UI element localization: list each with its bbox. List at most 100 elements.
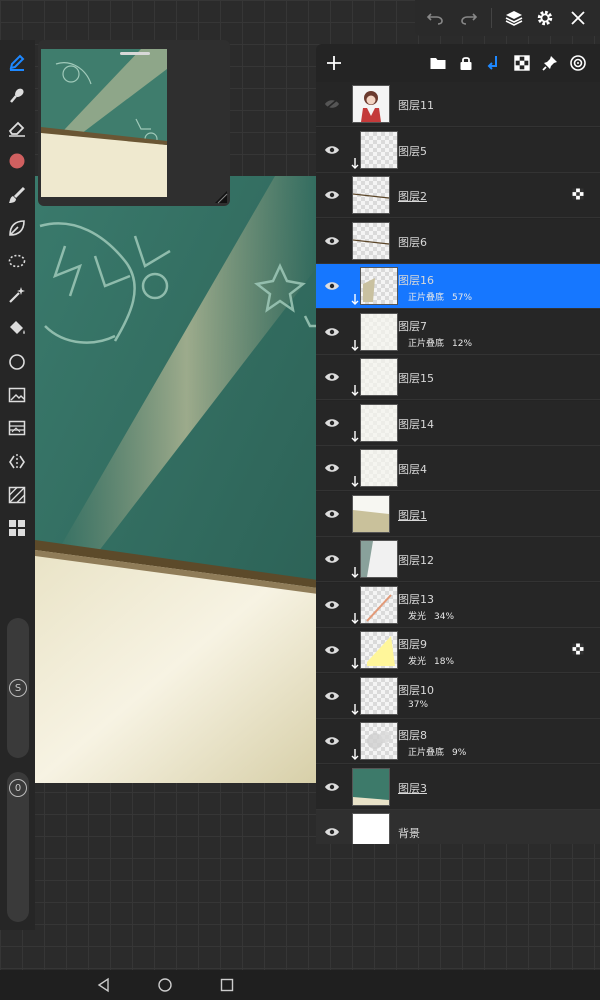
lasso-select-tool[interactable]	[5, 250, 29, 274]
reference-button[interactable]	[567, 52, 589, 74]
layer-name: 图层11	[398, 99, 434, 112]
layer-visibility-toggle[interactable]	[322, 277, 342, 295]
magic-wand-tool[interactable]	[5, 283, 29, 307]
layer-blend-info: 发光 18%	[408, 654, 454, 667]
home-button[interactable]	[155, 975, 175, 995]
layer-name: 图层6	[398, 235, 427, 249]
opacity-knob[interactable]: 0	[9, 779, 27, 797]
filter-tool[interactable]	[5, 416, 29, 440]
brush-tool[interactable]	[5, 183, 29, 207]
layer-row[interactable]: 图层12	[316, 537, 600, 582]
drawing-canvas[interactable]	[35, 176, 318, 783]
add-layer-button[interactable]	[323, 52, 345, 74]
layer-row[interactable]: 图层5	[316, 127, 600, 173]
layer-row[interactable]: 图层8 正片叠底 9%	[316, 719, 600, 764]
alpha-lock-button[interactable]	[511, 52, 533, 74]
navigator-preview[interactable]	[41, 49, 167, 197]
opacity-slider[interactable]: 0	[7, 772, 29, 922]
circle-icon	[9, 354, 25, 370]
layer-thumbnail	[352, 813, 390, 844]
layer-name: 图层3	[398, 781, 427, 795]
brush-size-knob[interactable]: S	[9, 679, 27, 697]
layer-name: 图层13	[398, 592, 434, 606]
layer-blend-info: 发光 34%	[408, 609, 454, 622]
layer-visibility-toggle[interactable]	[322, 232, 342, 250]
navigator-drag-handle[interactable]	[120, 52, 150, 55]
alpha-lock-icon	[572, 643, 584, 655]
layer-name: 图层14	[398, 417, 434, 431]
grid-icon	[9, 520, 25, 536]
pen-tool[interactable]	[5, 50, 29, 74]
layer-row[interactable]: 图层11	[316, 82, 600, 127]
layer-thumbnail	[360, 449, 398, 487]
layer-thumbnail	[360, 358, 398, 396]
checkerboard-icon	[514, 55, 530, 71]
layer-opacity: 18%	[434, 657, 455, 667]
eraser-tool[interactable]	[5, 116, 29, 140]
layer-visibility-toggle[interactable]	[322, 459, 342, 477]
recents-button[interactable]	[217, 975, 237, 995]
clipping-button[interactable]	[483, 52, 505, 74]
clipping-arrow-icon	[351, 294, 359, 305]
smudge-tool[interactable]	[5, 83, 29, 107]
layer-thumbnail	[352, 176, 390, 214]
layer-row[interactable]: 背景	[316, 810, 600, 844]
layer-visibility-toggle[interactable]	[322, 732, 342, 750]
layers-button[interactable]	[502, 6, 526, 30]
layer-row[interactable]: 图层3	[316, 764, 600, 810]
lasso-fill-tool[interactable]	[5, 216, 29, 240]
layer-name: 图层4	[398, 463, 427, 476]
layer-visibility-toggle[interactable]	[322, 186, 342, 204]
layer-thumbnail	[360, 540, 398, 578]
layer-visibility-toggle[interactable]	[322, 823, 342, 841]
layer-row[interactable]: 图层7 正片叠底 12%	[316, 309, 600, 355]
settings-button[interactable]	[533, 6, 557, 30]
back-button[interactable]	[94, 975, 114, 995]
layer-row[interactable]: 图层16 正片叠底 57%	[316, 264, 600, 309]
clipping-arrow-icon	[351, 612, 359, 624]
layer-row[interactable]: 图层6	[316, 218, 600, 264]
layer-thumbnail	[352, 85, 390, 123]
layer-row[interactable]: 图层13 发光 34%	[316, 582, 600, 628]
layer-visibility-toggle[interactable]	[322, 641, 342, 659]
redo-button[interactable]	[457, 6, 481, 30]
close-icon	[571, 11, 585, 25]
layer-visibility-toggle[interactable]	[322, 323, 342, 341]
pin-button[interactable]	[539, 52, 561, 74]
clipping-arrow-icon	[351, 385, 359, 396]
layer-row[interactable]: 图层4	[316, 446, 600, 491]
navigator-resize-icon[interactable]	[214, 190, 228, 204]
layer-row[interactable]: 图层15	[316, 355, 600, 400]
layer-row[interactable]: 图层10 37%	[316, 673, 600, 719]
shape-tool[interactable]	[5, 350, 29, 374]
layer-visibility-toggle[interactable]	[322, 414, 342, 432]
new-folder-button[interactable]	[427, 52, 449, 74]
undo-button[interactable]	[423, 6, 447, 30]
navigator-panel[interactable]	[38, 40, 230, 206]
layer-visibility-toggle[interactable]	[322, 505, 342, 523]
layer-visibility-toggle[interactable]	[322, 596, 342, 614]
layer-visibility-toggle[interactable]	[322, 141, 342, 159]
close-button[interactable]	[566, 6, 590, 30]
symmetry-tool[interactable]	[5, 450, 29, 474]
eye-icon	[325, 509, 339, 518]
navigator-artwork	[41, 49, 167, 197]
bucket-tool[interactable]	[5, 316, 29, 340]
eraser-icon	[8, 121, 25, 137]
layer-visibility-toggle[interactable]	[322, 368, 342, 386]
layer-visibility-toggle[interactable]	[322, 687, 342, 705]
brush-size-slider[interactable]: S	[7, 618, 29, 758]
layer-row[interactable]: 图层2	[316, 173, 600, 218]
layer-visibility-toggle[interactable]	[322, 778, 342, 796]
texture-tool[interactable]	[5, 483, 29, 507]
layer-visibility-toggle[interactable]	[322, 95, 342, 113]
layer-row[interactable]: 图层14	[316, 400, 600, 446]
layer-row[interactable]: 图层1	[316, 491, 600, 537]
layer-blend-info: 正片叠底 9%	[408, 745, 466, 758]
lock-layer-button[interactable]	[455, 52, 477, 74]
layer-visibility-toggle[interactable]	[322, 550, 342, 568]
material-tool[interactable]	[5, 516, 29, 540]
image-tool[interactable]	[5, 383, 29, 407]
color-picker[interactable]	[5, 149, 29, 173]
layer-row[interactable]: 图层9 发光 18%	[316, 628, 600, 673]
